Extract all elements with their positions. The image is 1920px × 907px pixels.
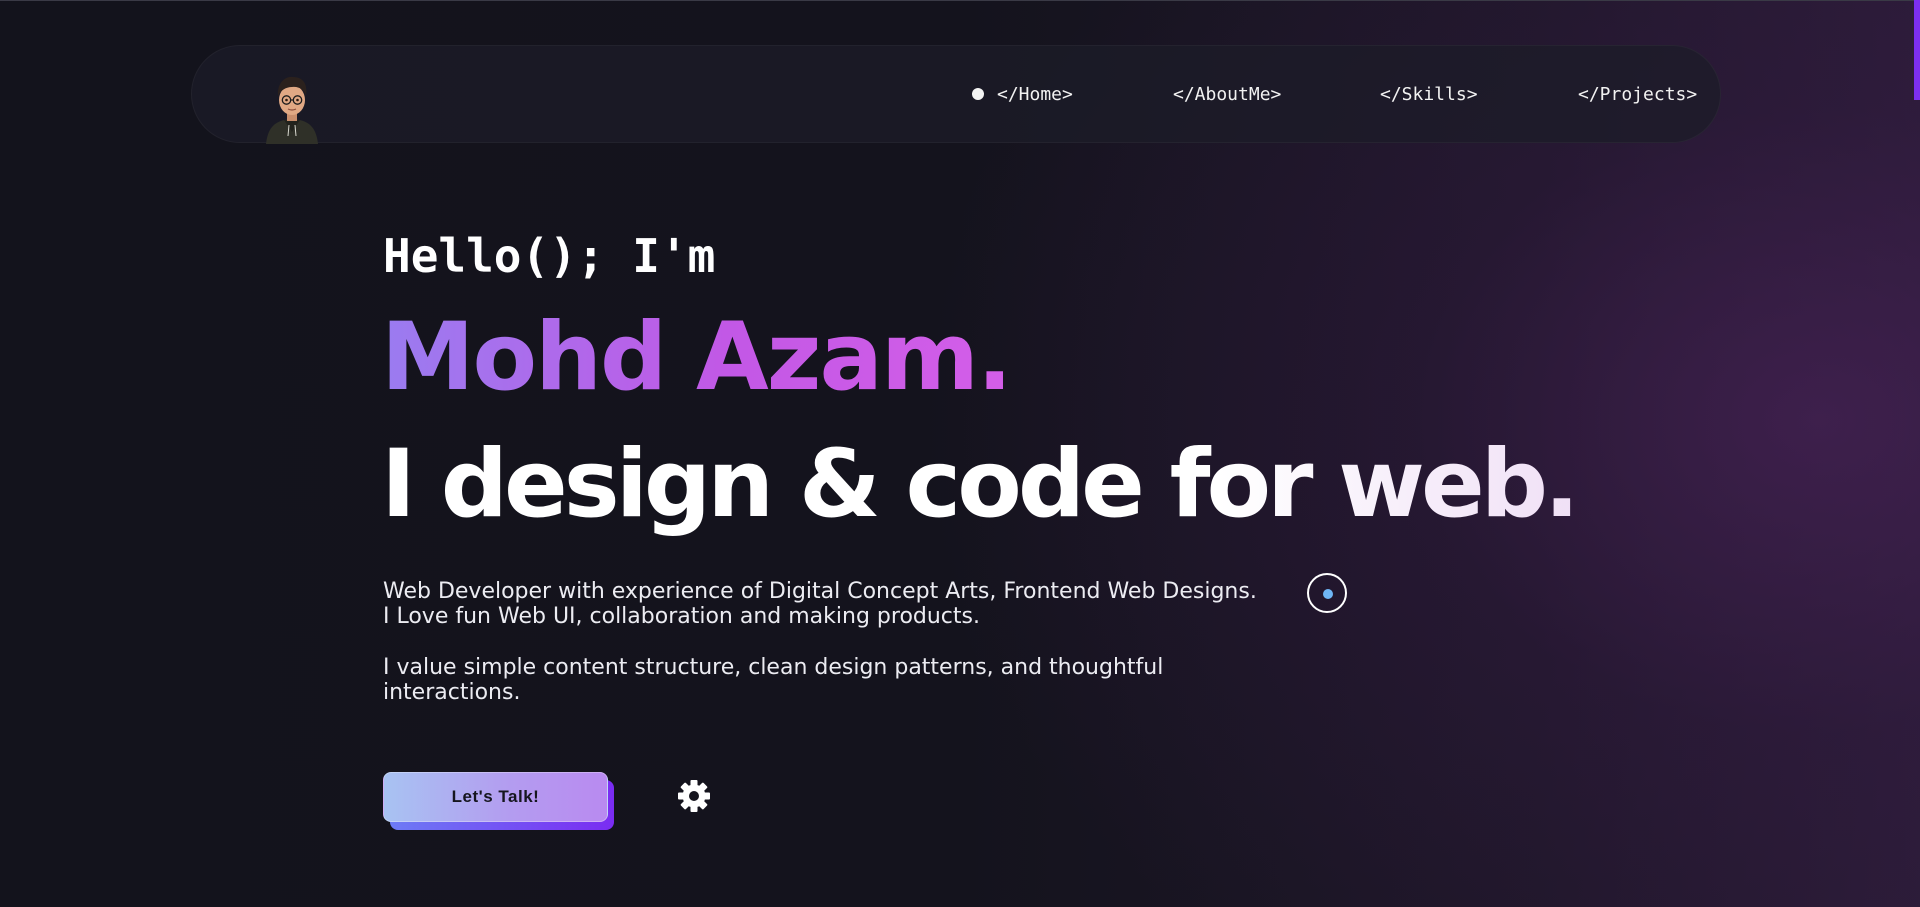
hero-greeting: Hello(); I'm <box>383 229 716 283</box>
hero-name: Mohd Azam. <box>381 303 1013 412</box>
hero-intro-paragraph: Web Developer with experience of Digital… <box>383 579 1257 629</box>
nav-home[interactable]: </Home> <box>997 84 1073 106</box>
settings-gear-icon[interactable] <box>677 779 711 813</box>
lets-talk-button[interactable]: Let's Talk! <box>383 772 608 822</box>
top-border <box>0 0 1920 1</box>
scrollbar-thumb[interactable] <box>1914 0 1920 100</box>
nav-skills[interactable]: </Skills> <box>1380 84 1478 106</box>
hero-values-paragraph: I value simple content structure, clean … <box>383 655 1164 705</box>
nav-about-me[interactable]: </AboutMe> <box>1173 84 1281 106</box>
nav-projects[interactable]: </Projects> <box>1578 84 1697 106</box>
cursor-dot <box>1323 589 1333 599</box>
hero-tagline: I design & code for web. <box>381 430 1580 539</box>
nav-links: </Home> </AboutMe> </Skills> </Projects> <box>0 84 1920 108</box>
